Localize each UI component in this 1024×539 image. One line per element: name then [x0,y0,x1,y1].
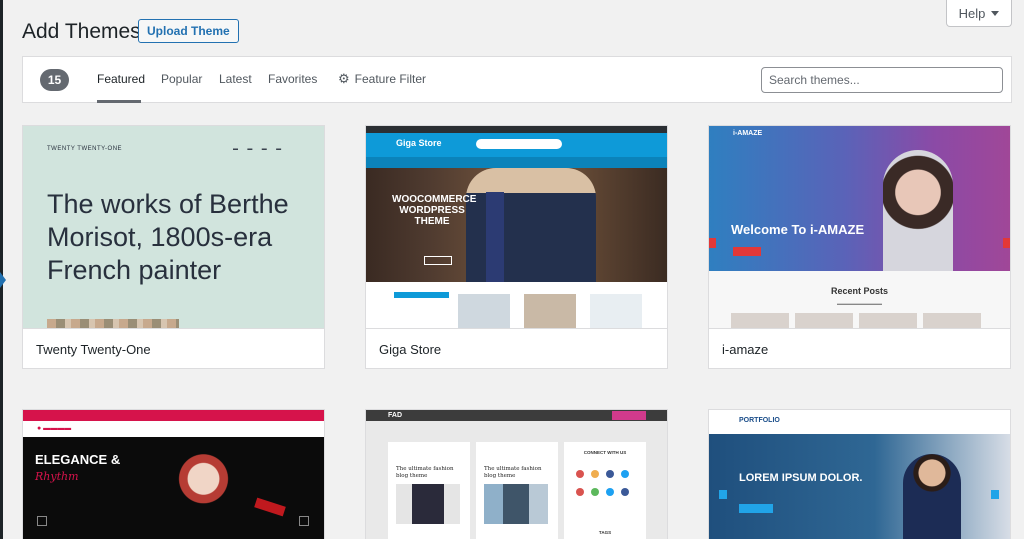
theme-name: i-amaze [709,328,1010,368]
preview-hero-title: Welcome To i-AMAZE [731,222,865,237]
preview-arrow-left-icon [719,490,727,499]
preview-logo: Giga Store [396,138,442,148]
caret-down-icon [991,10,1000,16]
sidebar-collapse-indicator [0,272,6,288]
preview-post-title: The ultimate fashion blog theme [484,466,542,479]
preview-post-image [484,484,548,524]
help-tab[interactable]: Help [946,0,1012,27]
preview-logo: ● ▬▬▬▬ [37,425,72,432]
preview-arrow-right-icon [1003,238,1010,248]
preview-ribbon [254,497,286,517]
preview-topbar [366,126,667,133]
preview-arrow-right-icon [299,516,309,526]
preview-arrow-left-icon [37,516,47,526]
preview-post-thumb [923,313,981,328]
preview-hero [709,434,1010,539]
social-icon [606,470,614,478]
preview-topbar [23,410,324,421]
preview-woman [883,150,953,271]
preview-section-title: Recent Posts [830,286,889,296]
preview-nav [366,157,667,168]
gear-icon: ⚙ [338,71,350,86]
theme-name: Twenty Twenty-One [23,328,324,368]
preview-connect-title: CONNECT WITH US [583,450,627,455]
preview-hero-text: WOOCOMMERCE WORDPRESS THEME [392,194,477,227]
feature-filter-label: Feature Filter [354,72,427,86]
preview-product [590,294,642,328]
theme-screenshot[interactable]: FAD The ultimate fashion blog theme The … [366,410,667,539]
preview-image-strip [47,319,179,328]
preview-post-image [396,484,460,524]
preview-post-thumb [859,313,917,328]
active-tab-indicator [97,100,141,103]
admin-sidebar-edge [0,0,3,539]
theme-card-giga-store[interactable]: Giga Store WOOCOMMERCE WORDPRESS THEME G… [365,125,668,369]
theme-card-i-amaze[interactable]: i-AMAZE Welcome To i-AMAZE Recent Posts … [708,125,1011,369]
social-icon [591,470,599,478]
preview-site-title: TWENTY TWENTY-ONE [47,146,123,152]
preview-section-subtitle: ▬▬▬▬▬▬▬▬▬▬ [837,301,882,306]
help-label: Help [958,5,986,21]
preview-subscribe-button [612,411,646,420]
preview-product [524,294,576,328]
social-icon [591,488,599,496]
social-icon [621,470,629,478]
tab-popular[interactable]: Popular [161,72,202,86]
preview-hero-button [733,247,761,256]
theme-screenshot[interactable]: PORTFOLIO LOREM IPSUM DOLOR. [709,410,1010,539]
preview-tie [486,192,504,282]
theme-card-fad[interactable]: FAD The ultimate fashion blog theme The … [365,409,668,539]
preview-post-card: The ultimate fashion blog theme [388,442,470,539]
preview-hero-title: ELEGANCE & [35,452,121,467]
theme-card-elegance[interactable]: ● ▬▬▬▬ ELEGANCE & Rhythm [22,409,325,539]
preview-logo: i-AMAZE [733,130,763,137]
preview-logo: PORTFOLIO [739,417,780,424]
preview-arrow-left-icon [709,238,716,248]
preview-logo: FAD [388,412,402,419]
theme-screenshot[interactable]: ● ▬▬▬▬ ELEGANCE & Rhythm [23,410,324,539]
social-icon [576,470,584,478]
preview-category-bar [394,292,449,298]
preview-tags-title: TAGS [598,530,612,535]
preview-person [903,454,961,539]
theme-card-portfolio[interactable]: PORTFOLIO LOREM IPSUM DOLOR. [708,409,1011,539]
preview-sidebar: CONNECT WITH US TAGS [564,442,646,539]
preview-post-title: The ultimate fashion blog theme [396,466,454,479]
preview-products [366,282,667,328]
tab-favorites[interactable]: Favorites [268,72,317,86]
theme-name: Giga Store [366,328,667,368]
preview-hero: i-AMAZE Welcome To i-AMAZE [709,126,1010,271]
feature-filter-button[interactable]: ⚙ Feature Filter [338,72,426,86]
preview-product [458,294,510,328]
theme-filter-bar: 15 Featured Popular Latest Favorites ⚙ F… [22,56,1012,103]
tab-latest[interactable]: Latest [219,72,252,86]
preview-hero-script: Rhythm [35,470,79,483]
theme-count-badge: 15 [40,69,69,91]
preview-nav: ▬ ▬ ▬ ▬ [233,146,282,152]
preview-dancers [143,438,253,539]
preview-post-thumb [731,313,789,328]
search-themes-input[interactable] [761,67,1003,93]
preview-arrow-right-icon [991,490,999,499]
tab-featured[interactable]: Featured [97,72,145,86]
preview-post-thumb [795,313,853,328]
preview-hero-button [739,504,773,513]
preview-search [476,139,562,149]
social-icon [576,488,584,496]
preview-hero-title: LOREM IPSUM DOLOR. [739,472,863,484]
theme-card-twenty-twenty-one[interactable]: TWENTY TWENTY-ONE ▬ ▬ ▬ ▬ The works of B… [22,125,325,369]
social-icon [621,488,629,496]
theme-screenshot[interactable]: TWENTY TWENTY-ONE ▬ ▬ ▬ ▬ The works of B… [23,126,324,328]
theme-screenshot[interactable]: i-AMAZE Welcome To i-AMAZE Recent Posts … [709,126,1010,328]
upload-theme-button[interactable]: Upload Theme [138,19,239,43]
preview-hero-button [424,256,452,265]
theme-screenshot[interactable]: Giga Store WOOCOMMERCE WORDPRESS THEME [366,126,667,328]
preview-headline: The works of Berthe Morisot, 1800s-era F… [47,189,289,285]
page-title: Add Themes [22,20,141,43]
preview-post-card: The ultimate fashion blog theme [476,442,558,539]
social-icon [606,488,614,496]
preview-hero: WOOCOMMERCE WORDPRESS THEME [366,168,667,282]
